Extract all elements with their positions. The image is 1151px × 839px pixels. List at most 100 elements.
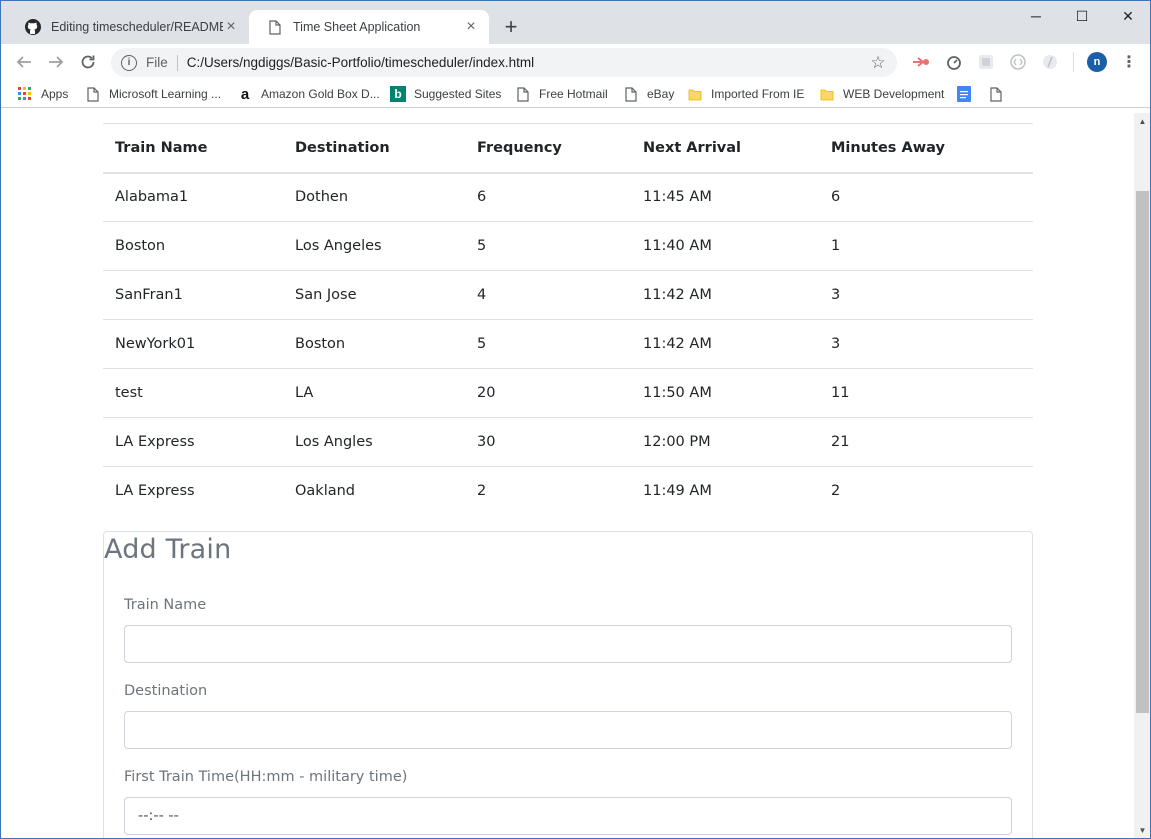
schedule-container: Train Name Destination Frequency Next Ar… <box>103 123 1033 516</box>
destination-input[interactable] <box>124 711 1012 749</box>
close-window-button[interactable]: ✕ <box>1105 1 1150 31</box>
cell-frequency: 5 <box>465 221 631 271</box>
apps-grid-icon <box>17 86 33 102</box>
header-next-arrival: Next Arrival <box>631 123 819 174</box>
cell-minutes-away: 1 <box>819 221 1033 271</box>
header-destination: Destination <box>283 123 465 174</box>
bookmark-suggested-sites[interactable]: b Suggested Sites <box>390 84 501 104</box>
table-row: NewYork01 Boston 5 11:42 AM 3 <box>103 319 1033 369</box>
scrollbar-thumb[interactable] <box>1136 191 1149 713</box>
cell-next-arrival: 12:00 PM <box>631 417 819 467</box>
bookmark-label: Suggested Sites <box>414 87 502 101</box>
cell-destination: Los Angles <box>283 417 465 467</box>
extension-ghost-icon[interactable] <box>1040 52 1060 72</box>
bookmark-label: Apps <box>41 87 69 101</box>
bookmark-free-hotmail[interactable]: Free Hotmail <box>515 84 608 104</box>
divider <box>176 54 178 71</box>
destination-label: Destination <box>124 683 208 699</box>
cell-minutes-away: 11 <box>819 368 1033 418</box>
table-row: Boston Los Angeles 5 11:40 AM 1 <box>103 221 1033 271</box>
table-row: LA Express Los Angles 30 12:00 PM 21 <box>103 417 1033 467</box>
url-text[interactable]: C:/Users/ngdiggs/Basic-Portfolio/timesch… <box>187 55 865 70</box>
header-frequency: Frequency <box>465 123 631 174</box>
bing-icon: b <box>390 86 406 102</box>
extension-grid-icon[interactable] <box>976 52 996 72</box>
profile-avatar[interactable]: n <box>1087 52 1107 72</box>
bookmark-label: Free Hotmail <box>539 87 608 101</box>
minimize-button[interactable]: ─ <box>1013 1 1059 31</box>
cell-next-arrival: 11:49 AM <box>643 483 712 500</box>
cell-next-arrival: 11:42 AM <box>631 270 819 320</box>
reload-icon <box>81 55 95 69</box>
scroll-up-icon[interactable]: ▲ <box>1134 113 1150 130</box>
arrow-right-icon <box>49 56 64 68</box>
tab-editing-readme[interactable]: Editing timescheduler/README.m × <box>7 10 249 44</box>
address-bar[interactable]: i File C:/Users/ngdiggs/Basic-Portfolio/… <box>111 48 897 77</box>
extension-cast-icon[interactable] <box>911 52 931 72</box>
table-row: SanFran1 San Jose 4 11:42 AM 3 <box>103 270 1033 320</box>
cell-frequency: 2 <box>477 483 487 500</box>
bookmark-label: Microsoft Learning ... <box>109 87 222 101</box>
bookmark-label: eBay <box>647 87 675 101</box>
bookmark-folder-web-development[interactable]: WEB Development <box>819 84 944 104</box>
cell-destination: Los Angeles <box>283 221 465 271</box>
close-tab-icon[interactable]: × <box>223 19 239 35</box>
cell-train-name: LA Express <box>103 417 283 467</box>
cell-destination: LA <box>283 368 465 418</box>
cell-minutes-away: 6 <box>819 172 1033 222</box>
cell-frequency: 20 <box>465 368 631 418</box>
cell-minutes-away: 2 <box>831 483 841 500</box>
new-tab-button[interactable]: + <box>498 15 524 41</box>
speedometer-icon[interactable] <box>944 52 964 72</box>
add-train-title: Add Train <box>104 534 232 565</box>
bookmark-page[interactable] <box>988 84 1012 104</box>
menu-kebab-icon[interactable]: ⋮ <box>1119 52 1139 72</box>
add-train-card: Add Train Train Name Destination First T… <box>103 531 1033 838</box>
cell-train-name: test <box>103 368 283 418</box>
google-docs-icon <box>956 86 972 102</box>
bookmark-apps[interactable]: Apps <box>17 84 68 104</box>
bookmark-google-docs[interactable] <box>956 84 980 104</box>
tab-title: Time Sheet Application <box>293 20 421 34</box>
tab-time-sheet[interactable]: Time Sheet Application × <box>249 10 489 44</box>
bookmarks-bar: Apps Microsoft Learning ... a Amazon Gol… <box>1 80 1150 108</box>
close-tab-icon[interactable]: × <box>463 19 479 35</box>
page-icon <box>515 86 531 102</box>
train-name-input[interactable] <box>124 625 1012 663</box>
page-icon <box>623 86 639 102</box>
cell-train-name: Alabama1 <box>103 172 283 222</box>
cell-minutes-away: 3 <box>819 270 1033 320</box>
bookmark-ebay[interactable]: eBay <box>623 84 674 104</box>
cell-destination: Boston <box>283 319 465 369</box>
bookmark-amazon-gold-box[interactable]: a Amazon Gold Box D... <box>237 84 380 104</box>
train-schedule-table: Train Name Destination Frequency Next Ar… <box>103 123 1033 516</box>
bookmark-microsoft-learning[interactable]: Microsoft Learning ... <box>85 84 221 104</box>
cell-minutes-away: 21 <box>819 417 1033 467</box>
forward-button[interactable] <box>43 49 69 75</box>
page-scrollbar[interactable]: ▲ ▼ <box>1134 113 1150 838</box>
table-row: LA Express Oakland 2 11:49 AM 2 <box>103 467 1033 516</box>
info-icon[interactable]: i <box>121 54 137 71</box>
back-button[interactable] <box>11 49 37 75</box>
cell-frequency: 30 <box>465 417 631 467</box>
first-train-time-input[interactable]: --:-- -- <box>124 797 1012 835</box>
cell-train-name: Boston <box>103 221 283 271</box>
bookmark-label: Amazon Gold Box D... <box>261 87 380 101</box>
bookmark-folder-imported-from-ie[interactable]: Imported From IE <box>687 84 804 104</box>
cell-destination: Oakland <box>295 483 356 500</box>
extension-code-icon[interactable] <box>1008 52 1028 72</box>
divider <box>1073 52 1074 72</box>
arrow-left-icon <box>16 56 31 68</box>
cell-minutes-away: 3 <box>819 319 1033 369</box>
cell-destination: San Jose <box>283 270 465 320</box>
table-row: Alabama1 Dothen 6 11:45 AM 6 <box>103 172 1033 222</box>
cell-train-name: SanFran1 <box>103 270 283 320</box>
maximize-button[interactable]: ☐ <box>1059 1 1105 31</box>
page-icon <box>988 86 1004 102</box>
cell-next-arrival: 11:40 AM <box>631 221 819 271</box>
browser-toolbar: i File C:/Users/ngdiggs/Basic-Portfolio/… <box>1 44 1150 80</box>
scroll-down-icon[interactable]: ▼ <box>1134 822 1150 838</box>
tab-strip: Editing timescheduler/README.m × Time Sh… <box>1 1 1150 44</box>
reload-button[interactable] <box>75 49 101 75</box>
star-icon[interactable]: ☆ <box>865 53 891 73</box>
